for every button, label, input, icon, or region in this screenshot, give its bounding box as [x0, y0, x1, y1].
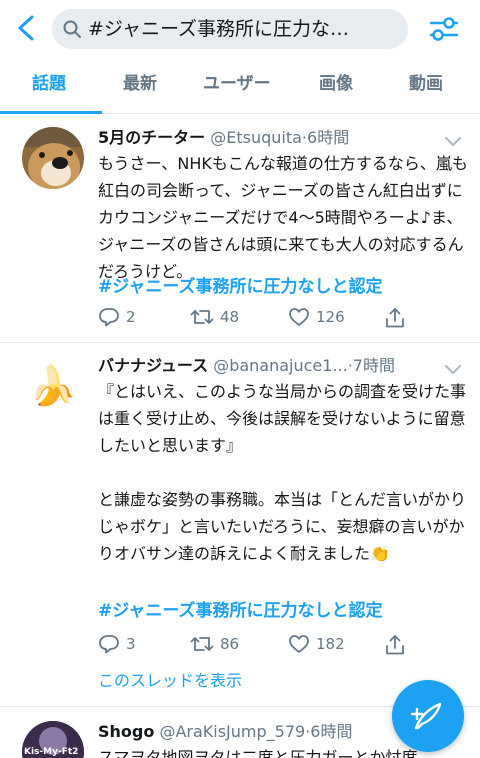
search-query[interactable]: #ジャニーズ事務所に圧力な…	[88, 17, 398, 41]
tweet-text-content: もうさー、NHKもこんな報道の仕方するなら、嵐も紅白の司会断って、ジャニーズの皆…	[98, 154, 468, 281]
search-icon	[62, 19, 82, 39]
like-button[interactable]: 182	[288, 634, 345, 654]
back-arrow-icon[interactable]	[12, 13, 40, 43]
display-name[interactable]: Shogo	[98, 722, 154, 741]
like-button[interactable]: 126	[288, 307, 345, 327]
share-button[interactable]	[384, 634, 406, 656]
reply-count: 3	[126, 635, 136, 653]
share-icon	[384, 307, 406, 329]
handle[interactable]: @Etsuquita	[210, 128, 302, 147]
retweet-icon	[190, 634, 214, 654]
hashtag-link[interactable]: #ジャニーズ事務所に圧力なしと認定	[98, 275, 383, 299]
tweet-text-paragraph-2: と謙虚な姿勢の事務職。本当は「とんだ言いがかりじゃボケ」と言いたいだろうに、妄想…	[98, 490, 467, 563]
heart-icon	[288, 634, 310, 654]
like-count: 182	[316, 635, 345, 653]
tweet-text: 『とはいえ、このような当局からの調査を受けた事は重く受け止め、今後は誤解を受けな…	[98, 378, 468, 567]
top-bar: #ジャニーズ事務所に圧力な…	[0, 0, 480, 58]
heart-icon	[288, 307, 310, 327]
tweet-text-paragraph-1: 『とはいえ、このような当局からの調査を受けた事は重く受け止め、今後は誤解を受けな…	[98, 382, 467, 455]
display-name[interactable]: 5月のチーター	[98, 128, 205, 147]
active-tab-indicator	[0, 111, 102, 114]
tab-people[interactable]: ユーザー	[203, 72, 271, 96]
tab-videos[interactable]: 動画	[409, 72, 443, 96]
tab-bar: 話題 最新 ユーザー 画像 動画	[0, 62, 480, 114]
tab-top[interactable]: 話題	[32, 72, 66, 96]
reply-button[interactable]: 3	[98, 634, 136, 654]
display-name[interactable]: バナナジュース	[98, 356, 208, 375]
avatar-dog[interactable]	[22, 127, 84, 189]
retweet-icon	[190, 307, 214, 327]
avatar-kismyft2[interactable]: Kis-My-Ft2	[22, 721, 84, 758]
tweet-header: バナナジュース @bananajuce1...·7時間	[98, 356, 395, 375]
reply-button[interactable]: 2	[98, 307, 136, 327]
handle[interactable]: @AraKisJump_579	[159, 722, 305, 741]
reply-count: 2	[126, 308, 136, 326]
avatar-logo-text: Kis-My-Ft2	[24, 747, 79, 757]
reply-icon	[98, 307, 120, 327]
retweet-button[interactable]: 48	[190, 307, 239, 327]
chevron-down-icon[interactable]	[444, 361, 462, 374]
feather-compose-icon	[410, 702, 442, 730]
share-icon	[384, 634, 406, 656]
hashtag-link[interactable]: #ジャニーズ事務所に圧力なしと認定	[98, 599, 383, 623]
chevron-down-icon[interactable]	[444, 133, 462, 146]
retweet-count: 48	[220, 308, 240, 326]
avatar-banana[interactable]: 🍌	[22, 355, 84, 417]
reply-icon	[98, 634, 120, 654]
show-thread-link[interactable]: このスレッドを表示	[98, 670, 242, 692]
filter-settings-icon[interactable]	[428, 14, 460, 44]
share-button[interactable]	[384, 307, 406, 329]
tab-photos[interactable]: 画像	[319, 72, 353, 96]
tweet-text: もうさー、NHKもこんな報道の仕方するなら、嵐も紅白の司会断って、ジャニーズの皆…	[98, 150, 468, 285]
tweet-divider	[0, 342, 480, 343]
compose-tweet-button[interactable]	[392, 680, 464, 752]
retweet-count: 86	[220, 635, 240, 653]
like-count: 126	[316, 308, 345, 326]
tweet-header: 5月のチーター @Etsuquita·6時間	[98, 128, 350, 147]
retweet-button[interactable]: 86	[190, 634, 239, 654]
search-field[interactable]: #ジャニーズ事務所に圧力な…	[52, 9, 408, 49]
handle[interactable]: @bananajuce1...	[213, 356, 348, 375]
tab-latest[interactable]: 最新	[123, 72, 157, 96]
timestamp: 6時間	[307, 128, 350, 147]
timestamp: 6時間	[310, 722, 353, 741]
banana-icon: 🍌	[29, 364, 77, 408]
timestamp: 7時間	[352, 356, 395, 375]
